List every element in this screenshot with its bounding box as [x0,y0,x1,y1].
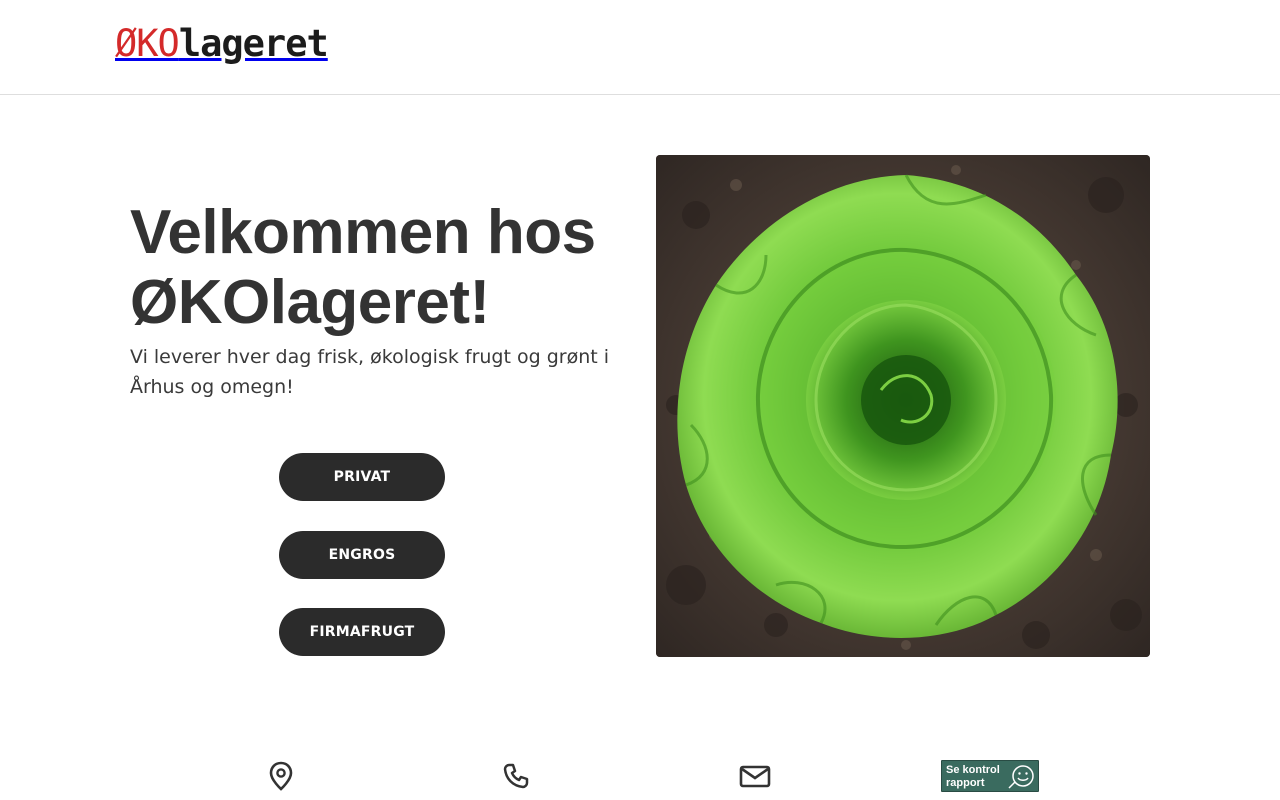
engros-button[interactable]: ENGROS [279,531,445,579]
hero-title: Velkommen hos ØKOlageret! [130,198,596,337]
mail-icon[interactable] [739,760,771,792]
site-logo[interactable]: ØKOlageret [115,20,329,68]
logo-suffix: lageret [178,22,329,65]
top-navbar: ØKOlageret [0,0,1280,95]
location-pin-icon[interactable] [265,760,297,792]
hero-subtitle: Vi leverer hver dag frisk, økologisk fru… [130,346,610,398]
badge-line2: rapport [946,777,985,789]
privat-button[interactable]: PRIVAT [279,453,445,501]
badge-line1: Se kontrol [946,764,1000,776]
logo-prefix: ØKO [115,22,180,65]
firmafrugt-button[interactable]: FIRMAFRUGT [279,608,445,656]
hero-image-lettuce [656,155,1150,657]
phone-icon[interactable] [500,760,532,792]
control-report-badge[interactable]: Se kontrol rapport [941,760,1039,792]
